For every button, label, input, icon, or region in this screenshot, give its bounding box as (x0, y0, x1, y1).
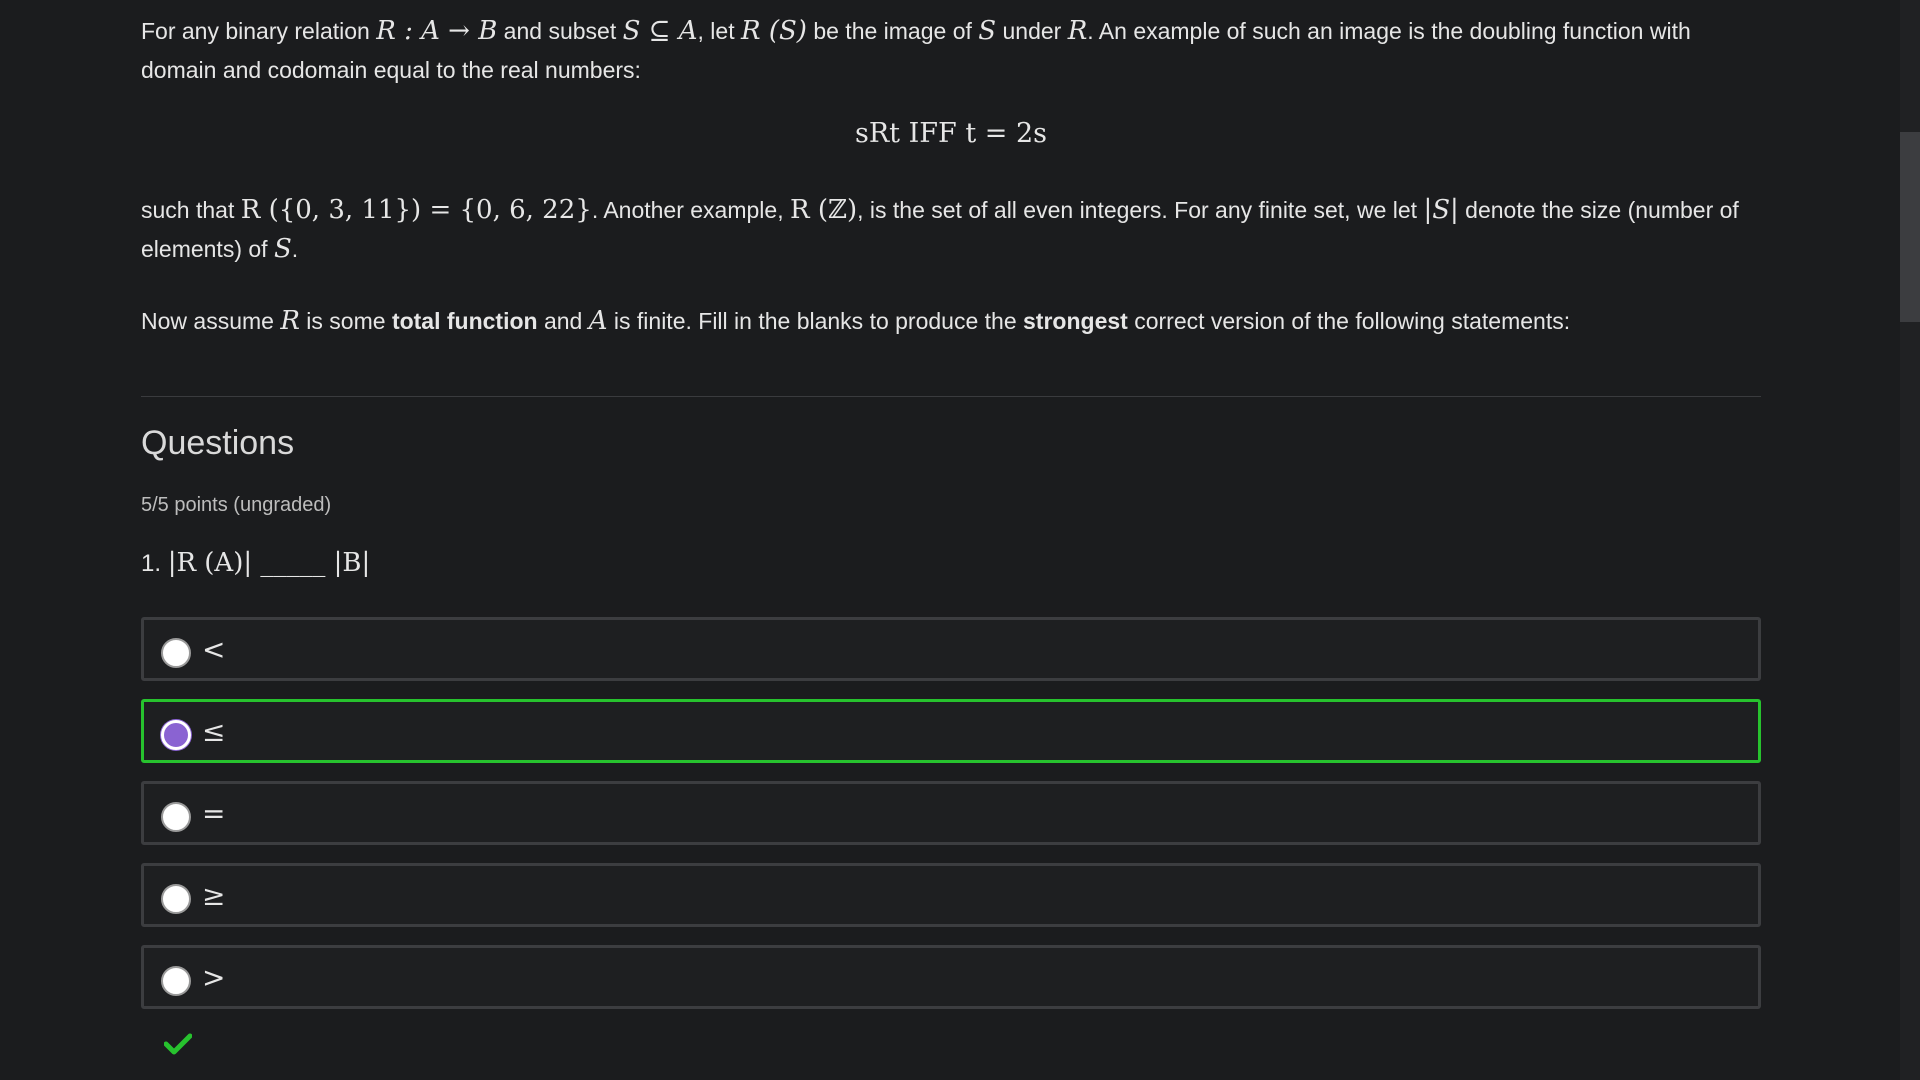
option-label: = (202, 797, 226, 830)
section-divider (141, 396, 1761, 397)
text: be the image of (806, 18, 979, 44)
math-image: R (S) (740, 16, 807, 46)
intro-paragraph-1: For any binary relation R : A → B and su… (141, 12, 1761, 90)
intro-paragraph-2: such that R ({0, 3, 11}) = {0, 6, 22}. A… (141, 191, 1761, 269)
text: , let (697, 18, 741, 44)
option-label: ≥ (202, 879, 226, 912)
scrollbar[interactable] (1900, 0, 1920, 1080)
answer-options: < ≤ = ≥ > (141, 617, 1761, 1027)
text: is finite. Fill in the blanks to produce… (607, 308, 1024, 334)
option-equal[interactable]: = (141, 781, 1761, 845)
text: and (537, 308, 589, 334)
text: , is the set of all even integers. For a… (857, 197, 1424, 223)
radio-button-selected[interactable] (161, 720, 191, 750)
emphasis-total-function: total function (391, 308, 538, 334)
text: under (996, 18, 1068, 44)
text: and subset (497, 18, 623, 44)
math-r: R (280, 306, 300, 336)
question-number: 1. (141, 550, 162, 577)
radio-button[interactable] (161, 966, 191, 996)
text: is some (299, 308, 392, 334)
math-image-integers: R (ℤ) (790, 195, 858, 225)
text: such that (141, 197, 241, 223)
emphasis-strongest: strongest (1023, 308, 1128, 334)
option-label: > (202, 961, 226, 994)
radio-button[interactable] (161, 638, 191, 668)
points-status: 5/5 points (ungraded) (141, 494, 332, 516)
math-subset: S ⊆ A (622, 16, 698, 46)
math-s: S (273, 234, 292, 264)
radio-button[interactable] (161, 884, 191, 914)
math-size: |S| (1423, 195, 1459, 225)
question-math: |R (A)| _____ |B| (167, 548, 371, 578)
radio-button[interactable] (161, 802, 191, 832)
option-less-or-equal[interactable]: ≤ (141, 699, 1761, 763)
question-1-text: 1. |R (A)| _____ |B| (141, 548, 370, 578)
option-greater-or-equal[interactable]: ≥ (141, 863, 1761, 927)
option-label: < (202, 633, 226, 666)
text: correct version of the following stateme… (1127, 308, 1571, 334)
math-image-example: R ({0, 3, 11}) = {0, 6, 22} (240, 195, 592, 225)
check-icon (163, 1033, 193, 1060)
option-label: ≤ (202, 715, 226, 748)
scrollbar-thumb[interactable] (1900, 132, 1920, 322)
math-r: R (1067, 16, 1088, 46)
text: . Another example, (591, 197, 790, 223)
display-equation: sRt IFF t = 2s (854, 118, 1047, 149)
text: . (291, 236, 299, 262)
intro-paragraph-3: Now assume R is some total function and … (141, 302, 1761, 341)
questions-heading: Questions (141, 424, 295, 462)
math-a: A (588, 306, 608, 336)
option-less-than[interactable]: < (141, 617, 1761, 681)
text: Now assume (141, 308, 281, 334)
math-s: S (978, 16, 997, 46)
option-greater-than[interactable]: > (141, 945, 1761, 1009)
text: For any binary relation (141, 18, 377, 44)
math-relation: R : A → B (376, 16, 498, 46)
